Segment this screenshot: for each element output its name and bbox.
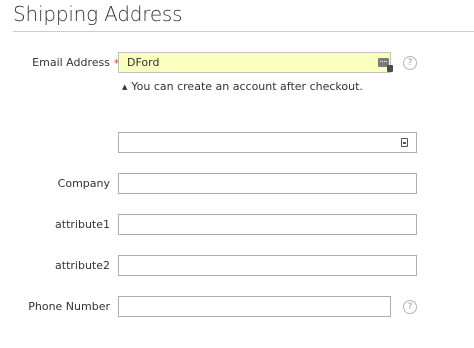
unlabeled-field[interactable]	[118, 132, 417, 153]
attribute1-label: attribute1	[55, 218, 110, 231]
email-note: ▲ You can create an account after checkou…	[122, 80, 363, 94]
company-label: Company	[57, 177, 110, 190]
phone-label: Phone Number	[28, 300, 110, 313]
keyboard-tab-icon	[387, 65, 393, 72]
attribute1-field[interactable]	[118, 214, 417, 235]
attribute2-field[interactable]	[118, 255, 417, 276]
triangle-up-icon: ▲	[122, 83, 128, 91]
company-field[interactable]	[118, 173, 417, 194]
page-title: Shipping Address	[13, 2, 183, 26]
phone-field[interactable]	[118, 296, 391, 317]
email-note-text: You can create an account after checkout…	[131, 80, 363, 93]
email-help-icon[interactable]: ?	[403, 56, 417, 70]
email-label: Email Address	[32, 56, 110, 69]
email-field[interactable]: DFord	[118, 52, 391, 73]
autofill-icon[interactable]	[401, 138, 408, 147]
title-divider	[13, 31, 474, 32]
phone-help-icon[interactable]: ?	[403, 300, 417, 314]
attribute2-label: attribute2	[55, 259, 110, 272]
